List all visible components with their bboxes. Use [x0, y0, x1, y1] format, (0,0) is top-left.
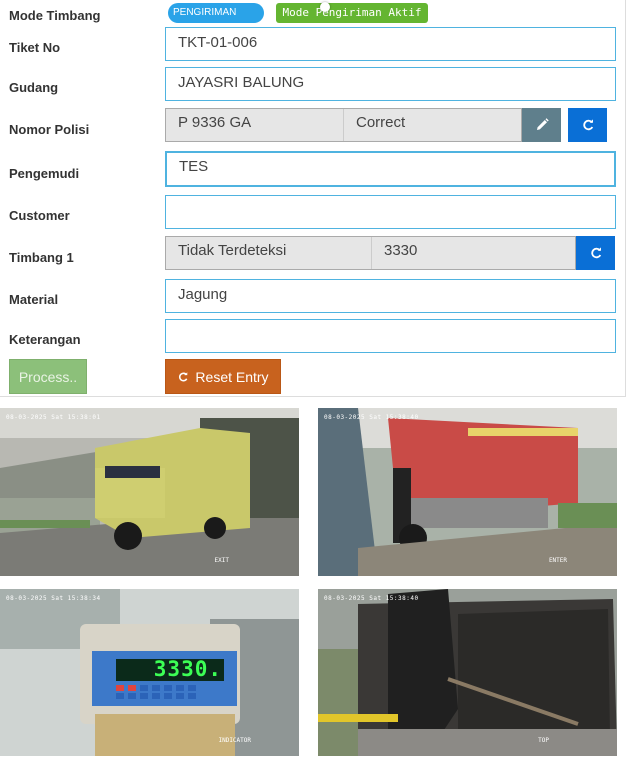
camera-enter-label: ENTER [548, 557, 567, 564]
camera-top-feed[interactable]: 08-03-2025 Sat 15:38:40 TOP [318, 589, 617, 756]
nomor-polisi-group: P 9336 GA Correct [165, 108, 522, 142]
camera-top-label: TOP [538, 737, 549, 744]
camera-indicator-timestamp: 08-03-2025 Sat 15:38:34 [6, 595, 101, 602]
keterangan-label: Keterangan [9, 332, 81, 347]
camera-top-image [318, 589, 617, 756]
camera-exit-timestamp: 08-03-2025 Sat 15:38:01 [6, 414, 101, 421]
customer-input[interactable] [165, 195, 616, 229]
pengemudi-label: Pengemudi [9, 166, 80, 181]
tiket-label: Tiket No [9, 40, 61, 55]
camera-exit-feed[interactable]: 08-03-2025 Sat 15:38:01 EXIT [0, 408, 299, 576]
mode-active-badge[interactable]: Mode Pengiriman Aktif [276, 3, 428, 23]
reset-entry-button[interactable]: Reset Entry [165, 359, 281, 394]
tiket-input[interactable]: TKT-01-006 [165, 27, 616, 61]
nomor-polisi-status: Correct [343, 109, 523, 141]
pengemudi-input[interactable]: TES [165, 151, 616, 187]
reset-entry-label: Reset Entry [195, 368, 269, 385]
process-button[interactable]: Process.. [9, 359, 87, 394]
material-input[interactable]: Jagung [165, 279, 616, 313]
timbang-group: Tidak Terdeteksi 3330 [165, 236, 576, 270]
camera-exit-label: EXIT [214, 557, 229, 564]
customer-label: Customer [9, 208, 70, 223]
gudang-input[interactable]: JAYASRI BALUNG [165, 67, 616, 101]
weighing-form: Mode Timbang PENGIRIMAN Mode Pengiriman … [0, 0, 626, 397]
gudang-label: Gudang [9, 80, 59, 95]
material-label: Material [9, 292, 59, 307]
camera-indicator-label: INDICATOR [218, 737, 251, 744]
indicator-display-value: 3330. [153, 657, 222, 681]
refresh-timbang-button[interactable] [576, 236, 615, 270]
mode-toggle-knob[interactable] [320, 2, 330, 12]
camera-enter-image [318, 408, 617, 576]
keterangan-input[interactable] [165, 319, 616, 353]
camera-exit-image [0, 408, 299, 576]
timbang-label: Timbang 1 [9, 250, 74, 265]
camera-indicator-feed[interactable]: 3330. 08-03-2025 Sat 15:38:34 INDICATOR [0, 589, 299, 756]
refresh-icon [179, 371, 188, 381]
timbang-status: Tidak Terdeteksi [178, 242, 287, 259]
nomor-polisi-label: Nomor Polisi [9, 122, 90, 137]
refresh-icon [582, 119, 593, 131]
camera-enter-timestamp: 08-03-2025 Sat 15:38:40 [324, 414, 419, 421]
camera-enter-feed[interactable]: 08-03-2025 Sat 15:38:40 ENTER [318, 408, 617, 576]
refresh-icon [590, 247, 601, 259]
camera-top-timestamp: 08-03-2025 Sat 15:38:40 [324, 595, 419, 602]
mode-timbang-label: Mode Timbang [9, 8, 101, 23]
refresh-nopol-button[interactable] [568, 108, 607, 142]
timbang-value: 3330 [371, 237, 577, 269]
pencil-icon [536, 118, 549, 130]
edit-nopol-button[interactable] [522, 108, 561, 142]
mode-pengiriman-pill[interactable]: PENGIRIMAN [168, 3, 264, 23]
nomor-polisi-value[interactable]: P 9336 GA [166, 109, 343, 141]
